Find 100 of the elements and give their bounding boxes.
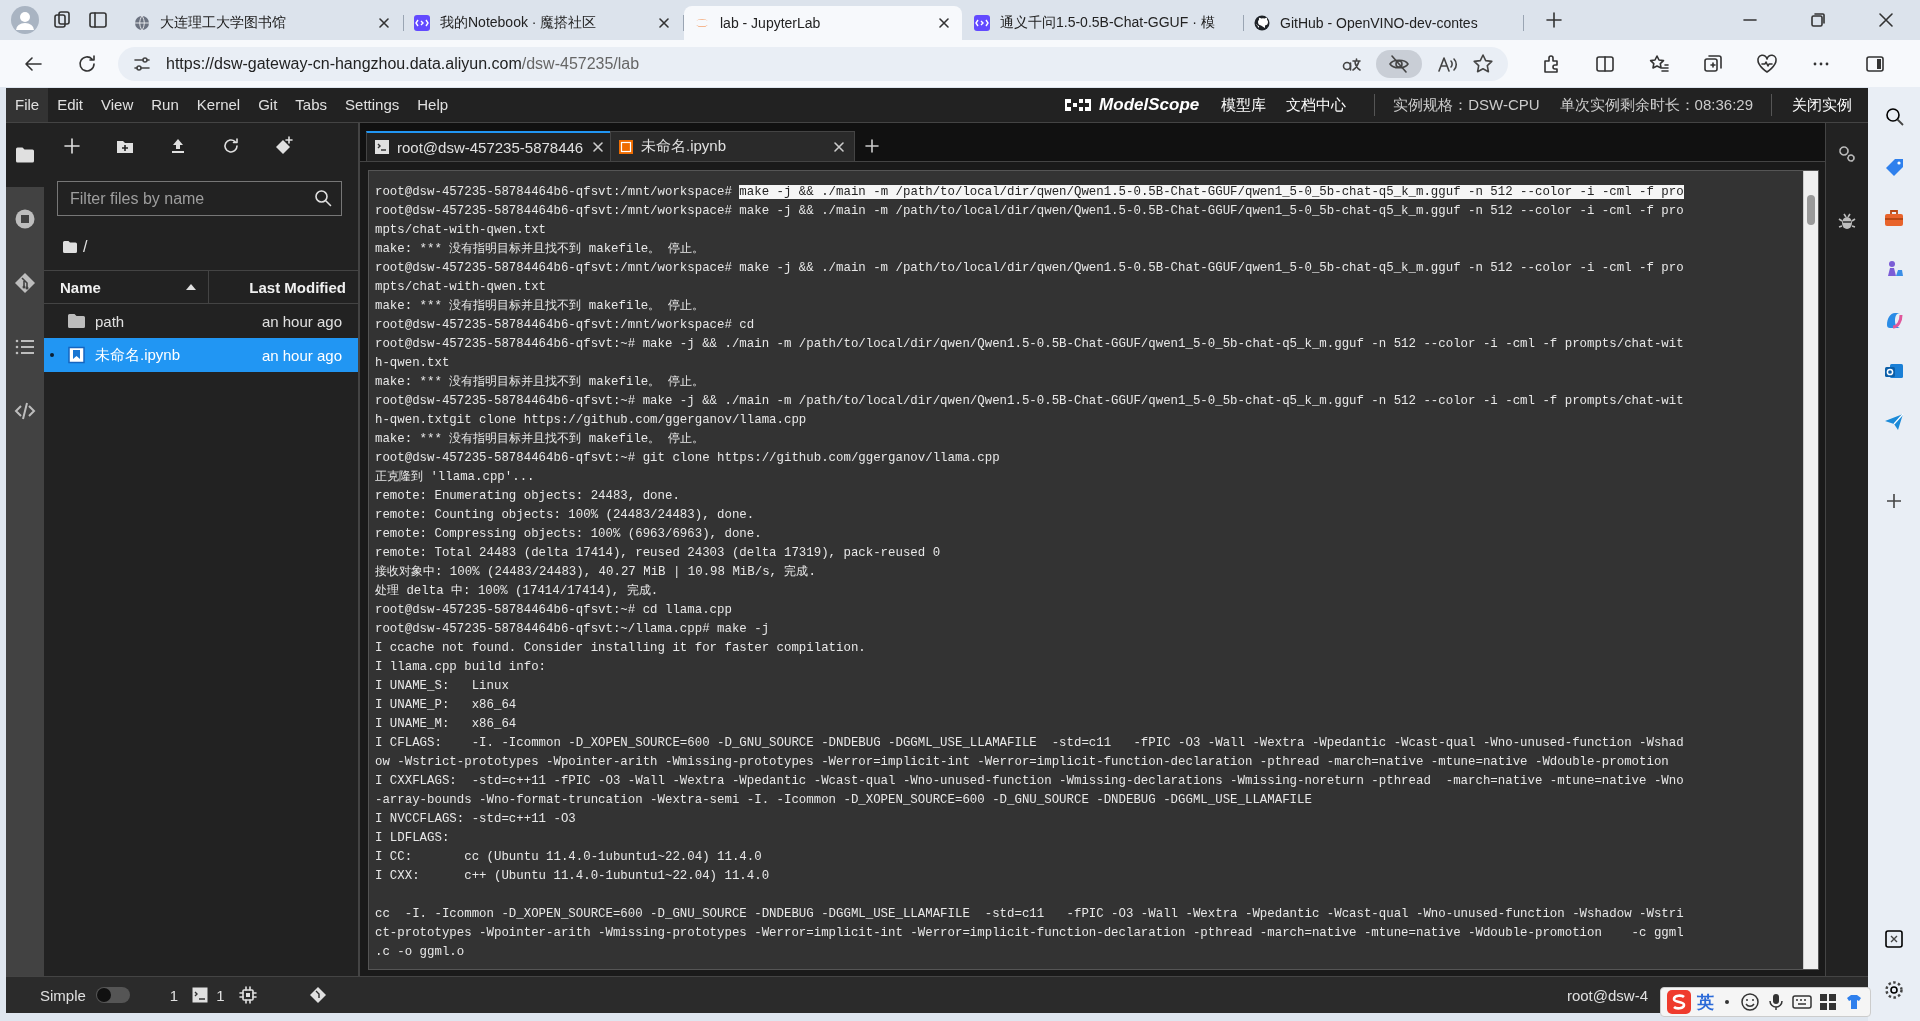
menu-item[interactable]: File: [6, 88, 49, 122]
microphone-icon[interactable]: [1766, 992, 1786, 1012]
modified-time: an hour ago: [261, 346, 342, 364]
toggle-switch[interactable]: [95, 987, 130, 1003]
scrollbar[interactable]: [1803, 171, 1818, 969]
brand-name: ModelScope: [1099, 95, 1200, 115]
browser-tab[interactable]: GitHub - OpenVINO-dev-contes: [1244, 6, 1522, 40]
browser-tab[interactable]: 通义千问1.5-0.5B-Chat-GGUF · 模: [964, 6, 1242, 40]
terminal-line: root@dsw-457235-58784464b6-qfsvt:~# git clone https://github.com/ggerganov/llama.cpp: [375, 450, 1001, 467]
file-row[interactable]: path an hour ago: [44, 304, 358, 338]
terminal-line: remote: Compressing objects: 100% (6963/6963), done.: [375, 526, 763, 543]
header-link[interactable]: 文档中心: [1286, 95, 1347, 115]
browser-tab[interactable]: 大连理工大学图书馆: [124, 6, 402, 40]
github-icon: [1254, 15, 1270, 31]
settings-icon[interactable]: [1883, 979, 1905, 1001]
terminal-line: root@dsw-457235-58784464b6-qfsvt:~/llama.cpp# make -j: [375, 621, 771, 638]
browser-tab[interactable]: lab - JupyterLab: [684, 6, 962, 40]
terminal-line: remote: Total 24483 (delta 17414), reused 24303 (delta 17319), pack-reused 0: [375, 545, 942, 562]
tab-title: 大连理工大学图书馆: [160, 14, 287, 32]
refresh-icon[interactable]: [76, 52, 98, 75]
close-icon[interactable]: [376, 15, 392, 31]
new-tab-icon[interactable]: [1544, 10, 1564, 30]
folder-icon: [67, 312, 86, 330]
breadcrumb[interactable]: /: [83, 238, 88, 256]
terminal-line: I ccache not found. Consider installing it for faster compilation.: [375, 640, 867, 657]
terminal-line: I LDFLAGS:: [375, 830, 451, 847]
folder-icon[interactable]: [63, 241, 77, 253]
menu-item[interactable]: Help: [408, 88, 458, 122]
terminal-line: remote: Counting objects: 100% (24483/24483), done.: [375, 507, 756, 524]
terminal-line: cc -I. -Icommon -D_XOPEN_SOURCE=600 -D_GNU_SOURCE -DNDEBUG -DGGML_USE_LLAMAFILE -std=c11 -fPIC -O3 -Wall -Wextra -Wpedantic -Wcast-qual -Wno-unused-function -Wshadow -Wstri: [375, 906, 1685, 923]
terminal-line: root@dsw-457235-58784464b6-qfsvt:/mnt/workspace# cd: [375, 317, 756, 334]
terminal-icon[interactable]: [192, 987, 209, 1003]
terminal-line: make: *** 没有指明目标并且找不到 makefile。 停止。: [375, 298, 705, 315]
code-icon[interactable]: [14, 400, 36, 422]
health-icon[interactable]: [1756, 52, 1778, 75]
close-instance-button[interactable]: 关闭实例: [1780, 88, 1868, 122]
file-name: 未命名.ipynb: [95, 345, 182, 365]
terminal-count[interactable]: 1: [216, 986, 225, 1004]
cpu-icon[interactable]: [238, 986, 257, 1004]
browser-tab[interactable]: 我的Notebook · 魔搭社区: [404, 6, 682, 40]
toolbox-icon[interactable]: [1818, 992, 1838, 1012]
search-icon[interactable]: [1883, 105, 1905, 127]
filter-field[interactable]: Filter files by name: [57, 181, 342, 216]
close-icon[interactable]: [936, 15, 952, 31]
close-icon[interactable]: [832, 139, 846, 154]
menu-item[interactable]: View: [92, 88, 143, 122]
column-header[interactable]: Last Modified: [209, 271, 358, 303]
restore-icon[interactable]: [1810, 12, 1826, 28]
terminal-line: I NVCCFLAGS: -std=c++11 -O3: [375, 811, 577, 828]
emoji-icon[interactable]: [1740, 992, 1760, 1012]
terminal-line: ct-prototypes -Wpointer-arith -Wmissing-prototypes -Werror=implicit-int -Werror=implicit-function-declaration -pthread -march=native -mtune=native -Wdouble-promotion -c ggml: [375, 925, 1685, 942]
screenshot-icon[interactable]: [1883, 928, 1905, 950]
git-icon[interactable]: [308, 986, 327, 1004]
terminal-line: ow -Wstrict-prototypes -Wpointer-arith -Wmissing-prototypes -Werror=implicit-int -Werror=implicit-function-declaration -pthread -march=native -mtune=native -Wdouble-promotion: [375, 754, 1670, 771]
skin-icon[interactable]: [1844, 992, 1864, 1012]
sort-arrow-icon: [186, 284, 196, 290]
tab-title: 我的Notebook · 魔搭社区: [440, 14, 598, 32]
favorites-icon[interactable]: [1648, 52, 1670, 75]
git-icon[interactable]: [14, 272, 36, 294]
close-icon[interactable]: [1878, 12, 1894, 28]
terminal-line: make: *** 没有指明目标并且找不到 makefile。 停止。: [375, 374, 705, 391]
favorite-icon[interactable]: [1472, 52, 1494, 75]
terminal-line: root@dsw-457235-58784464b6-qfsvt:~# make -j && ./main -m /path/to/local/dir/qwen/Qwen1.5-0.5B-Chat-GGUF/qwen1_5-0_5b-chat-q5_k_m.gguf -n 512 --color -i -cml -f prompts/chat-wit: [375, 393, 1685, 410]
column-header[interactable]: Name: [44, 271, 209, 303]
terminal-line: make: *** 没有指明目标并且找不到 makefile。 停止。: [375, 241, 705, 258]
input-mode[interactable]: 英: [1697, 990, 1714, 1014]
running-dot: [50, 353, 54, 357]
collections-icon[interactable]: [1702, 52, 1724, 75]
menu-item[interactable]: Settings: [336, 88, 409, 122]
document-tab[interactable]: root@dsw-457235-5878446: [366, 131, 611, 161]
git-clone-icon[interactable]: [274, 136, 294, 156]
terminal-line: root@dsw-457235-58784464b6-qfsvt:/mnt/workspace# make -j && ./main -m /path/to/local/dir/qwen/Qwen1.5-0.5B-Chat-GGUF/qwen1_5-0_5b-chat-q5_k_m.gguf -n 512 --color -i -cml -f pro: [375, 184, 1685, 201]
menu-item[interactable]: Edit: [48, 88, 93, 122]
close-icon[interactable]: [591, 140, 606, 154]
url-text[interactable]: https://dsw-gateway-cn-hangzhou.data.aliyun.com/dsw-457235/lab: [166, 54, 640, 73]
tracking-off-icon[interactable]: [1388, 52, 1410, 75]
menu-item[interactable]: Kernel: [187, 88, 250, 122]
keyboard-icon[interactable]: [1792, 992, 1812, 1012]
property-inspector-icon[interactable]: [1836, 143, 1858, 165]
document-tab[interactable]: 未命名.ipynb: [610, 131, 855, 161]
close-icon[interactable]: [656, 15, 672, 31]
input-method-logo-icon[interactable]: [1667, 990, 1691, 1014]
kernel-count[interactable]: 1: [169, 986, 179, 1004]
terminal-line: 正克隆到 'llama.cpp'...: [375, 469, 536, 486]
address-bar[interactable]: https://dsw-gateway-cn-hangzhou.data.aliyun.com/dsw-457235/lab: [118, 46, 1508, 81]
new-launcher-icon[interactable]: [62, 136, 82, 156]
menu-item[interactable]: Run: [142, 88, 188, 122]
menu-item[interactable]: Tabs: [286, 88, 337, 122]
header-link[interactable]: 模型库: [1221, 95, 1267, 115]
tab-actions-icon[interactable]: [88, 10, 108, 30]
workspaces-icon[interactable]: [52, 10, 72, 30]
add-tab-icon[interactable]: [864, 138, 880, 154]
terminal-line: mpts/chat-with-qwen.txt: [375, 222, 548, 239]
terminal-panel[interactable]: [368, 170, 1819, 970]
terminal-line: root@dsw-457235-58784464b6-qfsvt:/mnt/workspace# make -j && ./main -m /path/to/local/dir/qwen/Qwen1.5-0.5B-Chat-GGUF/qwen1_5-0_5b-chat-q5_k_m.gguf -n 512 --color -i -cml -f pro: [375, 203, 1685, 220]
search-icon[interactable]: [314, 189, 332, 207]
stop-icon[interactable]: [14, 208, 36, 230]
menu-item[interactable]: Git: [249, 88, 287, 122]
refresh-icon[interactable]: [221, 136, 241, 156]
terminal-line: h-qwen.txtgit clone https://github.com/ggerganov/llama.cpp: [375, 412, 808, 429]
